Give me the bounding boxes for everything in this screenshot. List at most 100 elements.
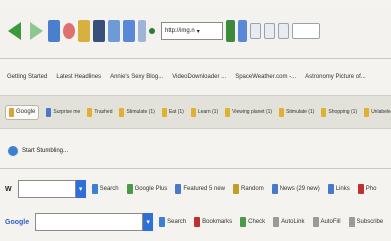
divider <box>0 168 391 169</box>
tab-favicon-icon <box>9 107 14 117</box>
tab-item[interactable]: Shopping (1) <box>321 107 357 117</box>
toolbar-button-label: Links <box>335 186 350 192</box>
page-icon <box>138 20 146 42</box>
toolbar-button-icon <box>175 184 182 194</box>
toolbar-button[interactable]: Check <box>240 217 265 227</box>
toolbar-2-search-input[interactable] <box>35 213 144 231</box>
forward-button[interactable] <box>28 20 44 42</box>
search-toolbar-1: W ▾ Search Google Plus Featured 5 new Rando… <box>0 175 391 203</box>
bookmarks-icon[interactable] <box>93 20 105 42</box>
tab-item[interactable]: Eat (1) <box>161 107 184 117</box>
tab-item[interactable]: Viewing planet (1) <box>225 107 273 117</box>
tab-label: Stimulate (1) <box>286 109 315 115</box>
tab-label: Viewing planet (1) <box>232 109 273 115</box>
toolbar-button-icon <box>194 217 201 227</box>
tab-item[interactable]: Learn (1) <box>190 107 219 117</box>
toolbar-button-label: Google Plus <box>134 186 168 192</box>
tab-favicon-icon <box>161 107 167 117</box>
toolbar-button[interactable]: AutoLink <box>273 217 305 227</box>
reload-icon[interactable] <box>48 20 60 42</box>
toolbar-button-label: Random <box>241 186 264 192</box>
toolbar-button[interactable]: Search <box>91 184 119 194</box>
stop-icon[interactable] <box>63 23 75 39</box>
toolbar-2-items: Search Bookmarks Check AutoLink AutoFill Subs… <box>159 217 391 227</box>
toolbar-button-label: Pho <box>365 186 377 192</box>
toolbar-button[interactable]: Bookmarks <box>194 217 232 227</box>
toolbar-button-label: AutoFill <box>320 219 341 225</box>
toolbar-button[interactable]: Links <box>327 184 350 194</box>
toolbar-button-icon <box>159 217 166 227</box>
tool-button-2[interactable] <box>264 23 275 39</box>
toolbar-button-label: Search <box>99 186 119 192</box>
tab-label: Stimulate (1) <box>126 109 155 115</box>
navigation-toolbar: http://img.n ▾ <box>0 8 391 54</box>
tab-favicon-icon <box>190 107 196 117</box>
tab-item[interactable]: Stimulate (1) <box>119 107 155 117</box>
bookmark-link[interactable]: VideoDownloader ... <box>172 74 226 80</box>
tool-button-3[interactable] <box>278 23 289 39</box>
divider <box>0 58 391 59</box>
tab-item[interactable]: Surprise me <box>46 107 80 117</box>
search-box[interactable] <box>292 23 320 39</box>
bookmark-link[interactable]: Latest Headlines <box>56 74 101 80</box>
home-icon[interactable] <box>78 20 90 42</box>
toolbar-button[interactable]: Pho <box>357 184 377 194</box>
go-icon[interactable] <box>226 20 235 42</box>
toolbar-button[interactable]: Google Plus <box>126 184 168 194</box>
toolbar-button[interactable]: AutoFill <box>312 217 341 227</box>
back-arrow-icon <box>8 22 21 40</box>
address-dropdown-icon[interactable]: ▾ <box>197 28 200 35</box>
address-bar[interactable]: http://img.n ▾ <box>161 22 223 40</box>
bookmark-link[interactable]: SpaceWeather.com -... <box>235 74 296 80</box>
toolbar-button-label: Search <box>167 219 187 225</box>
toolbar-button-label: News (29 new) <box>279 186 320 192</box>
tab-label: Google <box>16 109 36 115</box>
toolbar-button-icon <box>273 217 280 227</box>
tab-favicon-icon <box>87 107 93 117</box>
forward-arrow-icon <box>30 22 43 40</box>
bookmark-link[interactable]: Getting Started <box>7 74 47 80</box>
site-status-icon <box>149 28 155 34</box>
toolbar-1-search-input[interactable] <box>17 180 76 198</box>
tab-label: Learn (1) <box>197 109 219 115</box>
history-icon[interactable] <box>108 20 120 42</box>
downloads-icon[interactable] <box>123 20 135 42</box>
toolbar-button-icon <box>91 184 98 194</box>
toolbar-1-items: Search Google Plus Featured 5 new Random New… <box>91 184 385 194</box>
tab-item[interactable]: Trashed <box>87 107 112 117</box>
tab-strip: Google Surprise me Trashed Stimulate (1) Eat… <box>0 95 391 129</box>
tab-item[interactable]: Unlabeled (1) <box>364 107 391 117</box>
toolbar-button-icon <box>312 217 319 227</box>
tab-item[interactable]: Stimulate (1) <box>279 107 315 117</box>
toolbar-button-icon <box>357 184 364 194</box>
bookmark-link[interactable]: Annie's Sexy Blog... <box>110 74 163 80</box>
toolbar-button[interactable]: Featured 5 new <box>175 184 225 194</box>
toolbar-2-dropdown-icon[interactable]: ▾ <box>143 213 154 231</box>
toolbar-button-icon <box>126 184 133 194</box>
toolbar-button-label: Check <box>248 219 266 225</box>
toolbar-button-label: Bookmarks <box>202 219 233 225</box>
tab-item[interactable]: Google <box>5 104 40 120</box>
toolbar-button-icon <box>348 217 355 227</box>
bookmark-link[interactable]: Astronomy Picture of... <box>305 74 366 80</box>
toolbar-button[interactable]: News (29 new) <box>271 184 320 194</box>
stumble-link[interactable]: Start Stumbling... <box>22 148 68 154</box>
stumble-bar: Start Stumbling... <box>0 138 391 164</box>
toolbar-button[interactable]: Search <box>159 217 186 227</box>
stumble-icon <box>8 146 18 156</box>
tool-icon-1[interactable] <box>238 20 247 42</box>
toolbar-button[interactable]: Subscribe <box>348 217 384 227</box>
tab-favicon-icon <box>119 107 125 117</box>
toolbar-button-label: Subscribe <box>356 219 384 225</box>
search-toolbar-2: Google ▾ Search Bookmarks Check AutoLink Aut… <box>0 208 391 236</box>
tab-favicon-icon <box>225 107 231 117</box>
toolbar-button-icon <box>327 184 334 194</box>
tab-favicon-icon <box>321 107 327 117</box>
toolbar-button-label: AutoLink <box>281 219 305 225</box>
toolbar-button-label: Featured 5 new <box>183 186 226 192</box>
toolbar-button-icon <box>233 184 240 194</box>
tool-button-1[interactable] <box>250 23 261 39</box>
toolbar-1-dropdown-icon[interactable]: ▾ <box>75 180 86 198</box>
back-button[interactable] <box>8 20 24 42</box>
toolbar-button[interactable]: Random <box>233 184 264 194</box>
